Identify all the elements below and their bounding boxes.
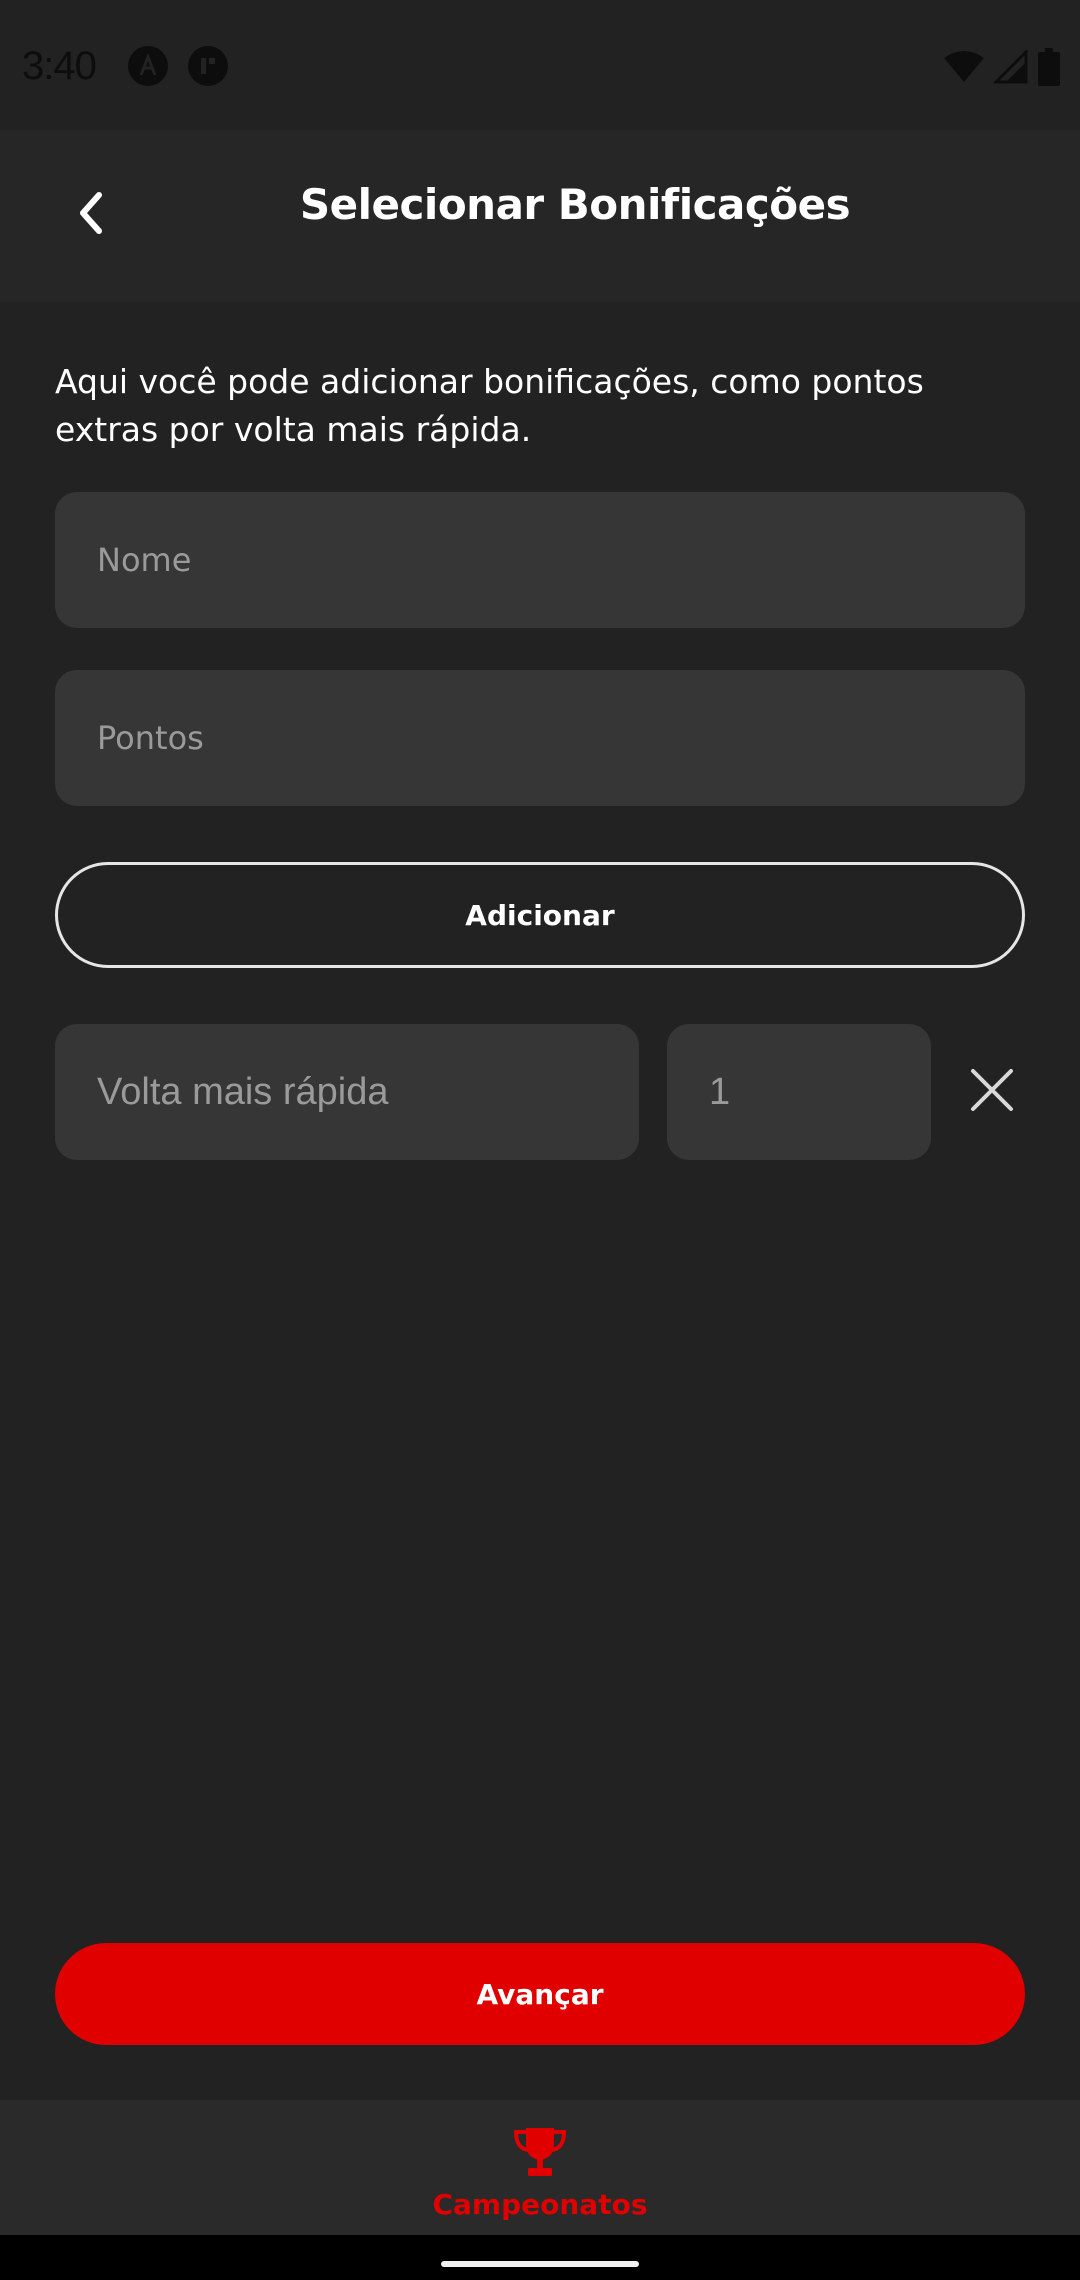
bonus-name-field[interactable]: Volta mais rápida: [55, 1024, 639, 1160]
trophy-icon: [512, 2124, 568, 2184]
page-title: Selecionar Bonificações: [299, 180, 851, 229]
description-text: Aqui você pode adicionar bonificações, c…: [55, 362, 924, 449]
signal-icon: [992, 48, 1028, 88]
add-button[interactable]: Adicionar: [55, 862, 1025, 968]
app-pause-icon: [188, 46, 228, 86]
main-content: Aqui você pode adicionar bonificações, c…: [55, 302, 1025, 1160]
nav-item-campeonatos[interactable]: Campeonatos: [0, 2124, 1080, 2221]
bonus-points-field[interactable]: 1: [667, 1024, 931, 1160]
remove-bonus-button[interactable]: [959, 1024, 1025, 1160]
name-input[interactable]: Nome: [55, 492, 1025, 628]
header: Selecionar Bonificações: [0, 130, 1080, 302]
bottom-nav: Campeonatos: [0, 2100, 1080, 2235]
wifi-icon: [944, 50, 984, 88]
points-input[interactable]: Pontos: [55, 670, 1025, 806]
nav-item-label: Campeonatos: [432, 2188, 648, 2221]
home-gesture-bar[interactable]: [441, 2261, 639, 2267]
gesture-bar-area: [0, 2235, 1080, 2280]
status-bar: 3:40: [0, 0, 1080, 130]
name-input-placeholder: Nome: [97, 541, 192, 579]
battery-icon: [1038, 48, 1060, 90]
advance-button[interactable]: Avançar: [55, 1943, 1025, 2045]
close-icon: [969, 1067, 1015, 1117]
status-time: 3:40: [22, 44, 97, 88]
bonus-row: Volta mais rápida 1: [55, 1024, 1025, 1160]
points-input-placeholder: Pontos: [97, 719, 204, 757]
app-a-icon: [128, 46, 168, 86]
status-icons: [944, 48, 1060, 90]
